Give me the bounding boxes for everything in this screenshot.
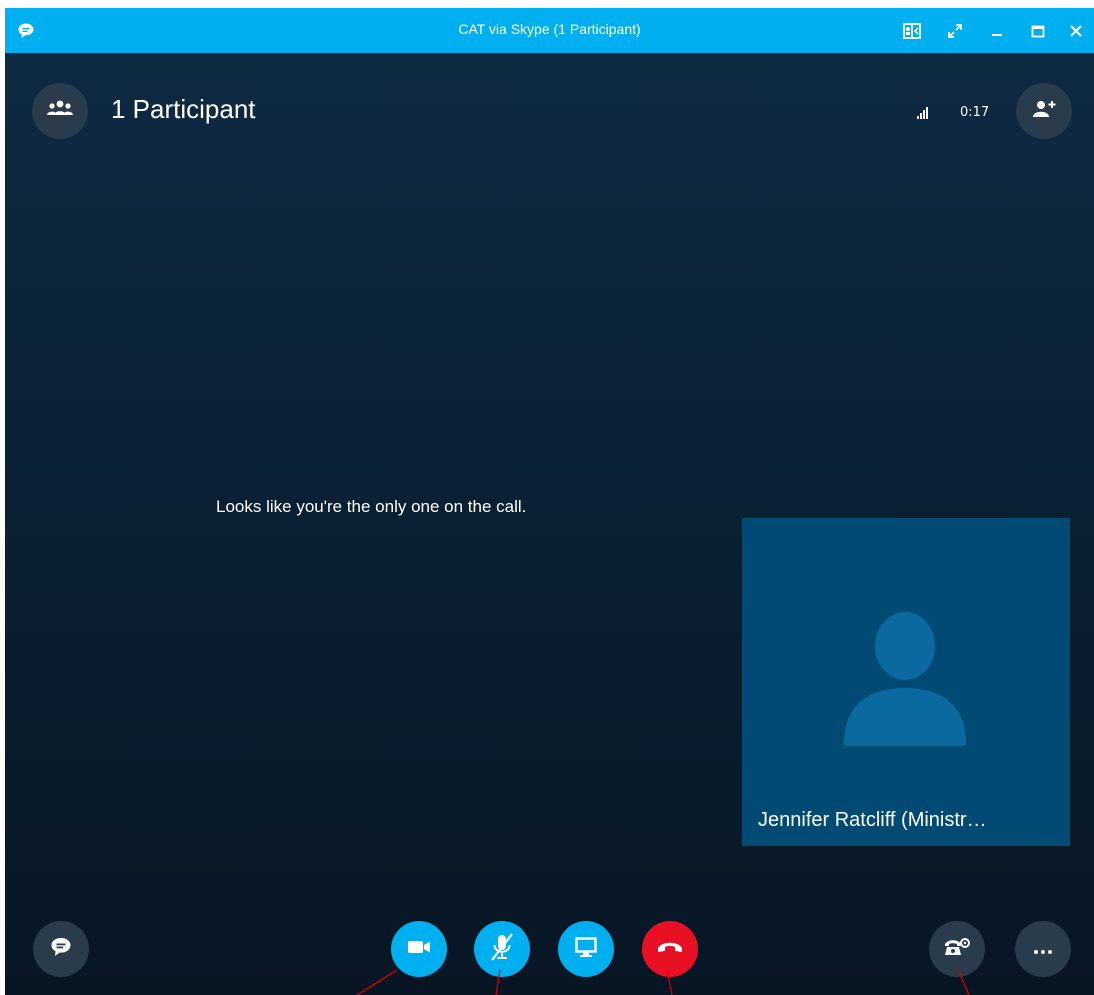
avatar bbox=[842, 606, 968, 750]
mic-muted-icon bbox=[488, 932, 516, 966]
maximize-icon[interactable] bbox=[1021, 8, 1055, 53]
im-icon bbox=[49, 936, 73, 962]
call-window: CAT via Skype (1 Participant) 1 Particip… bbox=[5, 8, 1094, 995]
add-participant-icon bbox=[1031, 99, 1057, 123]
participant-name: Jennifer Ratcliff (Ministr… bbox=[758, 809, 987, 831]
annotation-lines bbox=[356, 969, 970, 995]
hang-up-button[interactable] bbox=[642, 921, 698, 977]
more-options-icon bbox=[1033, 940, 1053, 959]
mute-button[interactable] bbox=[474, 921, 530, 977]
participants-label: 1 Participant bbox=[111, 94, 256, 124]
call-timer: 0:17 bbox=[960, 105, 990, 120]
call-controls-button[interactable] bbox=[929, 921, 985, 977]
fullscreen-icon[interactable] bbox=[938, 8, 972, 53]
alone-message: Looks like you're the only one on the ca… bbox=[216, 497, 527, 516]
compact-view-icon[interactable] bbox=[895, 8, 929, 53]
add-participant-button[interactable] bbox=[1016, 83, 1072, 139]
video-button[interactable] bbox=[391, 921, 447, 977]
share-screen-button[interactable] bbox=[558, 921, 614, 977]
im-button[interactable] bbox=[33, 921, 89, 977]
signal-icon bbox=[916, 104, 932, 123]
participants-button[interactable] bbox=[32, 83, 88, 139]
participants-icon bbox=[46, 99, 74, 123]
call-controls-icon bbox=[943, 936, 971, 962]
video-camera-icon bbox=[406, 938, 432, 960]
minimize-icon[interactable] bbox=[980, 8, 1014, 53]
close-icon[interactable] bbox=[1059, 8, 1093, 53]
window-title: CAT via Skype (1 Participant) bbox=[458, 21, 641, 37]
participant-tile[interactable]: Jennifer Ratcliff (Ministr… bbox=[742, 518, 1070, 846]
hang-up-icon bbox=[656, 939, 684, 959]
more-options-button[interactable] bbox=[1015, 921, 1071, 977]
screen-share-icon bbox=[574, 936, 598, 962]
title-bar: CAT via Skype (1 Participant) bbox=[5, 8, 1094, 53]
